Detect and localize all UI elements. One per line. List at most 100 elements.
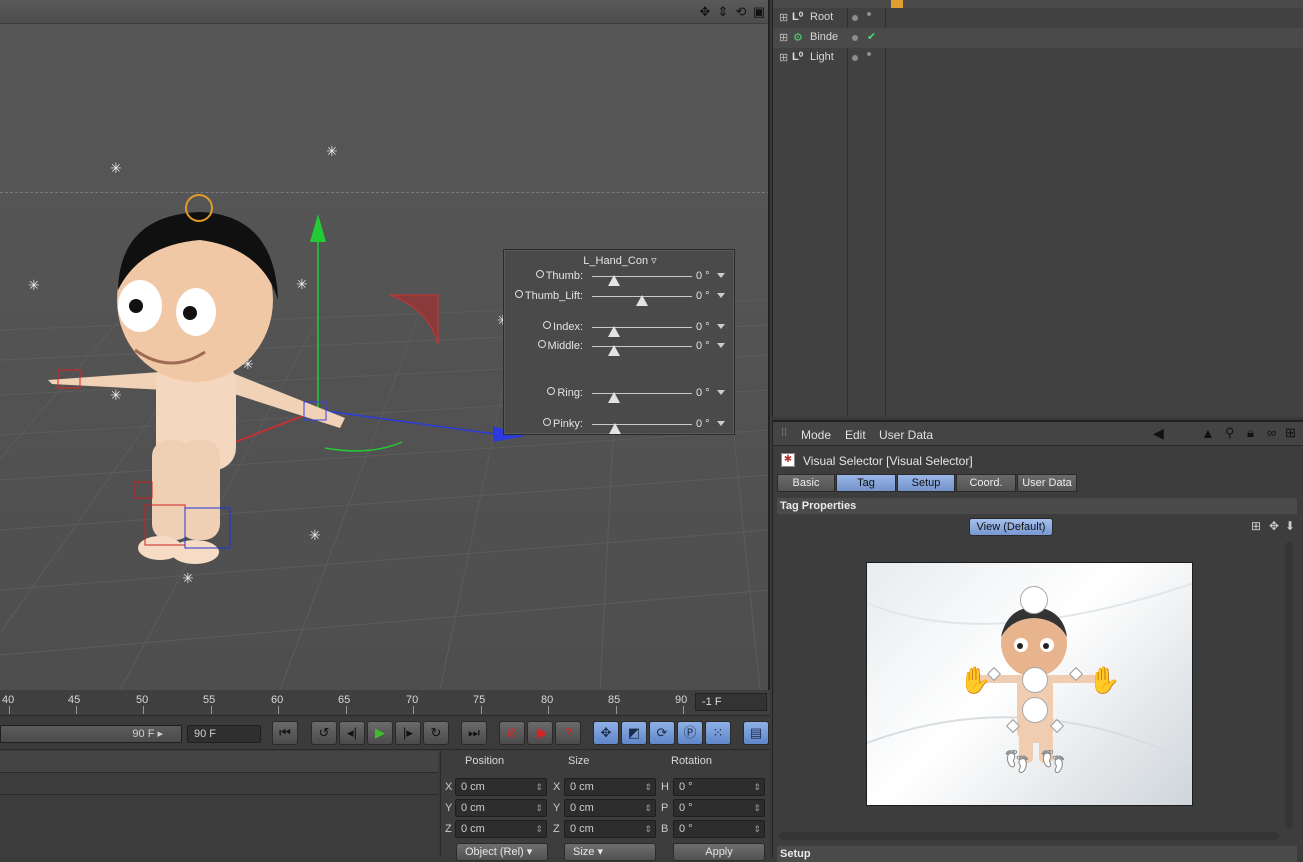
size-mode-dropdown[interactable]: Size ▾ bbox=[564, 843, 656, 861]
rot-b-field[interactable]: 0 ° bbox=[673, 820, 765, 838]
next-key-button[interactable]: ↻ bbox=[423, 721, 449, 745]
link-icon[interactable]: ∞ bbox=[1267, 425, 1276, 440]
current-frame-field[interactable]: -1 F bbox=[695, 693, 767, 711]
hand-control-panel[interactable]: L_Hand_Con ▿ Thumb: 0 ° Thumb_Lift: 0 ° … bbox=[503, 249, 735, 435]
record-keys-button[interactable]: ⊘ bbox=[499, 721, 525, 745]
tab-coord[interactable]: Coord. bbox=[956, 474, 1016, 492]
tab-tag[interactable]: Tag bbox=[836, 474, 896, 492]
move-icon[interactable]: ✥ bbox=[1269, 519, 1279, 533]
enabled-check-icon[interactable]: ✔ bbox=[867, 30, 876, 43]
visibility-dot[interactable] bbox=[852, 35, 858, 41]
horizontal-scrollbar[interactable] bbox=[779, 832, 1279, 840]
pos-z-field[interactable]: 0 cm bbox=[455, 820, 547, 838]
expand-icon[interactable]: ⊞ bbox=[779, 51, 788, 64]
up-arrow-icon[interactable]: ▲ bbox=[1201, 425, 1215, 441]
object-name[interactable]: Binde bbox=[810, 31, 838, 43]
index-slider[interactable] bbox=[592, 326, 692, 337]
index-dropdown-arrow[interactable] bbox=[717, 324, 725, 329]
middle-slider[interactable] bbox=[592, 345, 692, 356]
slider-thumb[interactable] bbox=[608, 326, 620, 337]
index-slider-row[interactable]: Index: 0 ° bbox=[504, 321, 736, 337]
thumb-lift-value[interactable]: 0 ° bbox=[696, 290, 710, 302]
search-icon[interactable]: ⚲ bbox=[1225, 425, 1235, 441]
menu-mode[interactable]: Mode bbox=[801, 428, 831, 442]
visibility-dot[interactable] bbox=[852, 55, 858, 61]
hand-control-title[interactable]: L_Hand_Con ▿ bbox=[504, 254, 736, 267]
coord-mode-dropdown[interactable]: Object (Rel) ▾ bbox=[456, 843, 548, 861]
pinky-value[interactable]: 0 ° bbox=[696, 418, 710, 430]
thumb-dropdown-arrow[interactable] bbox=[717, 273, 725, 278]
autokey-button[interactable]: ◉ bbox=[527, 721, 553, 745]
new-window-icon[interactable]: ⊞ bbox=[1285, 425, 1296, 441]
pos-x-field[interactable]: 0 cm bbox=[455, 778, 547, 796]
size-x-field[interactable]: 0 cm bbox=[564, 778, 656, 796]
ring-value[interactable]: 0 ° bbox=[696, 387, 710, 399]
keyframe-help-button[interactable]: ? bbox=[555, 721, 581, 745]
ring-slider-row[interactable]: Ring: 0 ° bbox=[504, 387, 736, 403]
middle-value[interactable]: 0 ° bbox=[696, 340, 710, 352]
render-dot[interactable] bbox=[867, 52, 871, 56]
view-default-button[interactable]: View (Default) bbox=[969, 518, 1053, 536]
slider-thumb[interactable] bbox=[608, 275, 620, 286]
expand-icon[interactable]: ⊞ bbox=[779, 11, 788, 24]
pinky-slider-row[interactable]: Pinky: 0 ° bbox=[504, 418, 736, 434]
slider-thumb[interactable] bbox=[636, 295, 648, 306]
size-y-field[interactable]: 0 cm bbox=[564, 799, 656, 817]
thumb-lift-dropdown-arrow[interactable] bbox=[717, 293, 725, 298]
menu-user-data[interactable]: User Data bbox=[879, 428, 933, 442]
previous-key-button[interactable]: ↺ bbox=[311, 721, 337, 745]
object-row-root[interactable]: ⊞ L⁰ Root bbox=[773, 8, 1303, 28]
character-model[interactable] bbox=[48, 212, 345, 564]
slider-thumb[interactable] bbox=[609, 423, 621, 434]
r-knee-controller[interactable] bbox=[133, 481, 153, 499]
ring-slider[interactable] bbox=[592, 392, 692, 403]
next-frame-button[interactable]: |▸ bbox=[395, 721, 421, 745]
end-frame-field[interactable]: 90 F bbox=[187, 725, 261, 743]
pinky-slider[interactable] bbox=[592, 423, 692, 434]
add-view-icon[interactable]: ⊞ bbox=[1251, 519, 1261, 533]
object-row-partial[interactable] bbox=[773, 0, 1303, 8]
thumb-slider[interactable] bbox=[592, 275, 692, 286]
middle-slider-row[interactable]: Middle: 0 ° bbox=[504, 340, 736, 356]
key-scale-button[interactable]: ◩ bbox=[621, 721, 647, 745]
slider-thumb[interactable] bbox=[608, 392, 620, 403]
thumb-lift-slider[interactable] bbox=[592, 295, 692, 306]
render-dot[interactable] bbox=[867, 12, 871, 16]
pos-y-field[interactable]: 0 cm bbox=[455, 799, 547, 817]
3d-viewport[interactable]: ✥ ⇕ ⟲ ▣ ✳✳✳ ✳✳✳ ✳✳✳ bbox=[0, 0, 770, 690]
vertical-scrollbar[interactable] bbox=[1285, 542, 1293, 828]
menu-edit[interactable]: Edit bbox=[845, 428, 866, 442]
key-rotation-button[interactable]: ⟳ bbox=[649, 721, 675, 745]
apply-button[interactable]: Apply bbox=[673, 843, 765, 861]
lock-icon[interactable]: 🔒︎ bbox=[1247, 425, 1254, 441]
object-row-binde[interactable]: ⊞ ⚙ Binde ✔ bbox=[773, 28, 1303, 48]
back-arrow-icon[interactable]: ◀ bbox=[1153, 425, 1164, 442]
tag-icon[interactable] bbox=[891, 0, 903, 8]
object-name[interactable]: Light bbox=[810, 51, 834, 63]
object-row-light[interactable]: ⊞ L⁰ Light bbox=[773, 48, 1303, 68]
slider-thumb[interactable] bbox=[608, 345, 620, 356]
y-axis-handle[interactable] bbox=[310, 214, 326, 242]
visual-selector-canvas[interactable]: ✋ ✋ 👣︎ 👣︎ bbox=[866, 562, 1193, 806]
thumb-lift-slider-row[interactable]: Thumb_Lift: 0 ° bbox=[504, 290, 736, 306]
range-slider[interactable]: 90 F ▸ bbox=[0, 725, 182, 743]
visibility-dot[interactable] bbox=[852, 15, 858, 21]
object-name[interactable]: Root bbox=[810, 11, 833, 23]
ring-dropdown-arrow[interactable] bbox=[717, 390, 725, 395]
tab-setup[interactable]: Setup bbox=[897, 474, 955, 492]
rot-p-field[interactable]: 0 ° bbox=[673, 799, 765, 817]
key-parameter-button[interactable]: Ⓟ bbox=[677, 721, 703, 745]
head-selector-button[interactable] bbox=[1020, 586, 1048, 614]
thumb-slider-row[interactable]: Thumb: 0 ° bbox=[504, 270, 736, 286]
tab-basic[interactable]: Basic bbox=[777, 474, 835, 492]
previous-frame-button[interactable]: ◂| bbox=[339, 721, 365, 745]
down-arrow-icon[interactable]: ⬇ bbox=[1285, 519, 1295, 533]
index-value[interactable]: 0 ° bbox=[696, 321, 710, 333]
tab-user-data[interactable]: User Data bbox=[1017, 474, 1077, 492]
middle-dropdown-arrow[interactable] bbox=[717, 343, 725, 348]
key-pla-button[interactable]: ⁙ bbox=[705, 721, 731, 745]
chest-selector-button[interactable] bbox=[1022, 667, 1048, 693]
film-strip-button[interactable]: ▤ bbox=[743, 721, 769, 745]
hip-selector-button[interactable] bbox=[1022, 697, 1048, 723]
go-to-start-button[interactable]: ⏮ bbox=[272, 721, 298, 745]
